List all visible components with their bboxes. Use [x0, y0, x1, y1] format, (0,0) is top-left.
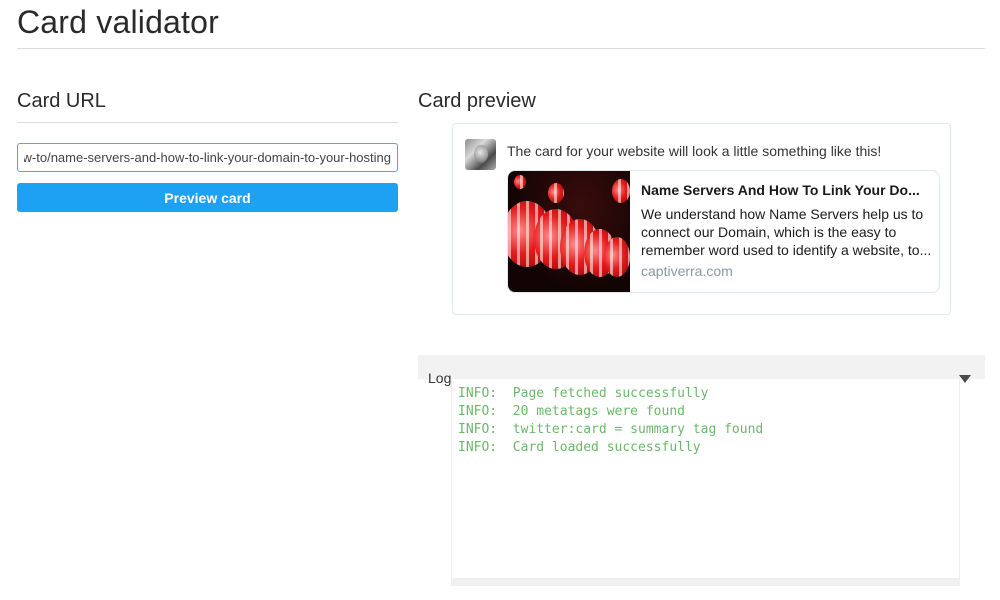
log-line: INFO: Card loaded successfully: [458, 440, 701, 455]
twitter-card[interactable]: Name Servers And How To Link Your Do... …: [507, 170, 940, 293]
lantern-shape: [604, 237, 630, 277]
card-preview-panel: The card for your website will look a li…: [452, 123, 951, 315]
avatar: [465, 139, 496, 170]
lantern-shape: [548, 183, 564, 203]
log-line: INFO: twitter:card = summary tag found: [458, 422, 764, 437]
avatar-face: [474, 145, 488, 163]
card-url-heading: Card URL: [17, 90, 106, 112]
log-header-bar[interactable]: [418, 355, 985, 379]
red-paper-lanterns-image: [508, 171, 630, 292]
preview-card-button[interactable]: Preview card: [17, 183, 398, 212]
title-divider: [17, 48, 985, 49]
log-lines: INFO: Page fetched successfully INFO: 20…: [458, 385, 763, 457]
card-domain: captiverra.com: [641, 263, 733, 279]
card-description: We understand how Name Servers help us t…: [641, 206, 932, 258]
log-line: INFO: 20 metatags were found: [458, 404, 685, 419]
card-title: Name Servers And How To Link Your Do...: [641, 182, 920, 198]
card-url-divider: [17, 122, 398, 123]
page-title: Card validator: [17, 4, 220, 40]
caret-down-icon[interactable]: [959, 375, 971, 383]
log-line: INFO: Page fetched successfully: [458, 386, 709, 401]
lantern-shape: [612, 179, 630, 203]
log-label: Log: [428, 370, 452, 386]
card-url-input[interactable]: [17, 143, 398, 172]
log-panel: INFO: Page fetched successfully INFO: 20…: [451, 379, 960, 579]
log-horizontal-scrollbar[interactable]: [451, 579, 960, 586]
preview-intro-text: The card for your website will look a li…: [507, 143, 882, 159]
card-preview-heading: Card preview: [418, 90, 536, 112]
lantern-shape: [514, 175, 526, 189]
